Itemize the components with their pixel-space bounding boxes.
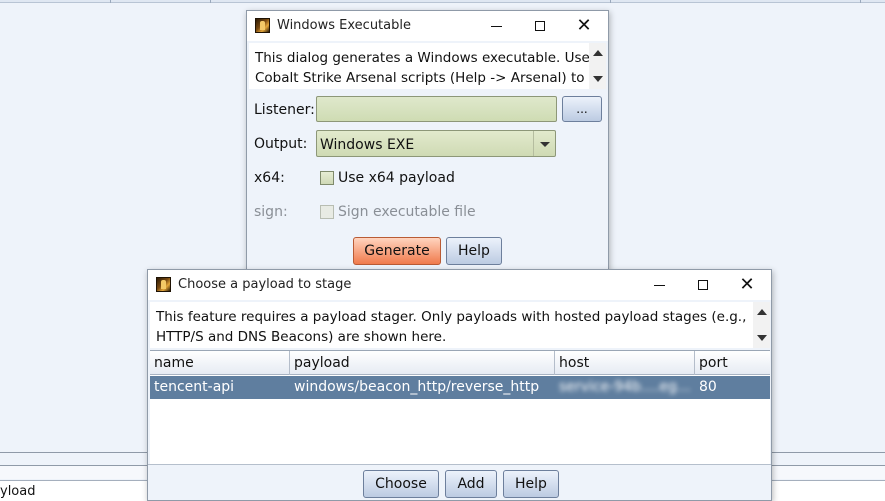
cobalt-strike-icon [156,277,171,292]
column-header-name[interactable]: name [150,351,290,375]
header-separator [610,0,611,3]
description-scrollbar[interactable] [753,302,770,348]
column-header-host[interactable]: host [555,351,695,375]
generate-button[interactable]: Generate [353,237,441,265]
description-box: This dialog generates a Windows executab… [249,43,606,89]
maximize-icon [698,280,708,290]
add-button[interactable]: Add [445,470,497,498]
x64-checkbox[interactable] [320,171,334,185]
chevron-down-icon[interactable] [533,131,555,156]
choose-payload-dialog: Choose a payload to stage ✕ This feature… [147,269,772,501]
choose-button[interactable]: Choose [363,470,439,498]
header-separator [210,0,211,3]
help-button[interactable]: Help [446,237,502,265]
minimize-button[interactable] [637,270,681,300]
close-icon: ✕ [739,274,755,295]
help-button[interactable]: Help [503,470,559,498]
description-scrollbar[interactable] [589,43,606,89]
table-row[interactable]: tencent-api windows/beacon_http/reverse_… [150,376,770,399]
payload-table: name payload host port tencent-api windo… [150,350,770,464]
header-separator [110,0,111,3]
cobalt-strike-icon [255,18,270,33]
scroll-down-icon[interactable] [757,335,767,341]
close-button[interactable]: ✕ [562,11,606,41]
cell-port: 80 [699,379,717,395]
window-title: Choose a payload to stage [178,277,352,292]
cell-name: tencent-api [154,379,235,395]
cell-host: service-94b….eg… [559,379,691,395]
minimize-icon [490,25,502,27]
close-button[interactable]: ✕ [725,270,769,300]
window-title: Windows Executable [277,18,411,33]
output-select[interactable]: Windows EXE [316,130,556,157]
title-bar[interactable]: Choose a payload to stage ✕ [148,270,771,300]
maximize-button[interactable] [681,270,725,300]
x64-checkbox-label[interactable]: Use x64 payload [338,169,455,187]
minimize-button[interactable] [474,11,518,41]
column-header-payload[interactable]: payload [290,351,555,375]
output-value: Windows EXE [320,137,415,153]
output-label: Output: [254,136,308,152]
browse-listener-button[interactable]: ... [562,96,602,122]
cell-payload: windows/beacon_http/reverse_http [294,379,540,395]
description-text: This dialog generates a Windows executab… [255,50,590,86]
header-separator [860,0,861,3]
scroll-up-icon[interactable] [593,50,603,56]
listener-field[interactable] [316,96,557,122]
maximize-button[interactable] [518,11,562,41]
sign-checkbox [320,205,334,219]
description-text: This feature requires a payload stager. … [156,309,747,345]
title-bar[interactable]: Windows Executable ✕ [247,11,608,41]
scroll-down-icon[interactable] [593,76,603,82]
windows-executable-dialog: Windows Executable ✕ This dialog generat… [246,10,609,272]
scroll-up-icon[interactable] [757,309,767,315]
sign-label: sign: [254,204,288,220]
x64-label: x64: [254,170,285,186]
background-table-header [0,0,885,3]
column-header-port[interactable]: port [695,351,770,375]
description-box: This feature requires a payload stager. … [150,302,770,348]
listener-label: Listener: [254,102,315,118]
maximize-icon [535,21,545,31]
minimize-icon [653,284,665,286]
close-icon: ✕ [576,15,592,36]
background-console-text: yload [0,484,36,499]
sign-checkbox-label: Sign executable file [338,204,476,220]
table-header: name payload host port [150,351,770,375]
